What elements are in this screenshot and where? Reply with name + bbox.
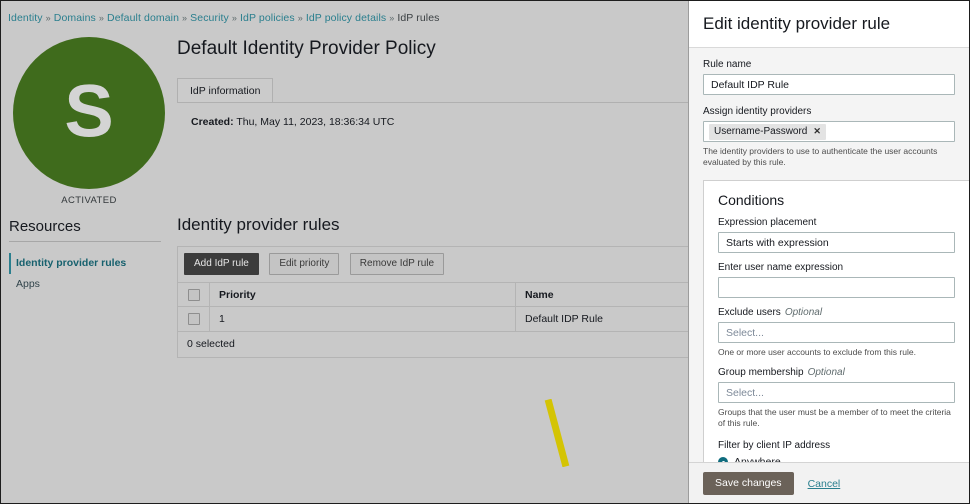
yellow-annotation-stroke <box>544 399 570 467</box>
remove-idp-rule-button[interactable]: Remove IdP rule <box>349 253 445 275</box>
exclude-users-optional-tag: Optional <box>784 307 823 318</box>
group-membership-label: Group membership Optional <box>718 367 955 378</box>
rule-name-field-group: Rule name Default IDP Rule <box>689 59 969 95</box>
username-expression-group: Enter user name expression <box>704 262 969 298</box>
breadcrumb-item-idp-policy-details[interactable]: IdP policy details <box>306 12 386 24</box>
section-title: Identity provider rules <box>177 215 340 234</box>
sidebar-title: Resources <box>9 218 81 235</box>
panel-footer: Save changes Cancel <box>689 462 969 503</box>
conditions-section: Conditions Expression placement Starts w… <box>703 180 969 462</box>
expression-placement-select[interactable]: Starts with expression <box>718 232 955 253</box>
tab-strip: IdP information <box>177 78 692 102</box>
table-row[interactable]: 1 Default IDP Rule <box>178 306 697 331</box>
token-label: Username-Password <box>714 125 808 137</box>
exclude-users-group: Exclude users Optional Select... One or m… <box>704 307 969 358</box>
breadcrumb-item-idp-policies[interactable]: IdP policies <box>240 12 295 24</box>
sidebar-list: Identity provider rules Apps <box>9 253 169 295</box>
breadcrumb-separator: » <box>45 13 51 23</box>
conditions-title: Conditions <box>718 192 785 208</box>
page-title: Default Identity Provider Policy <box>177 38 436 59</box>
cell-priority: 1 <box>210 307 516 331</box>
save-changes-button[interactable]: Save changes <box>703 472 794 495</box>
radio-icon-anywhere[interactable] <box>718 457 728 462</box>
breadcrumb-separator: » <box>98 13 105 23</box>
exclude-users-help: One or more user accounts to exclude fro… <box>718 347 916 357</box>
breadcrumb-separator: » <box>297 13 303 23</box>
table-toolbar: Add IdP rule Edit priority Remove IdP ru… <box>178 247 697 282</box>
table-selection-count: 0 selected <box>178 331 697 357</box>
row-select-cell[interactable] <box>178 307 210 331</box>
exclude-users-label-text: Exclude users <box>718 307 781 318</box>
rule-name-label: Rule name <box>703 59 752 70</box>
expression-placement-label: Expression placement <box>718 217 817 228</box>
identity-provider-rules-table: Add IdP rule Edit priority Remove IdP ru… <box>177 246 697 358</box>
username-expression-input[interactable] <box>718 277 955 298</box>
avatar-initial: S <box>64 69 114 153</box>
screenshot-root: Identity» Domains» Default domain» Security… <box>0 0 970 504</box>
panel-header: Edit identity provider rule <box>689 1 969 48</box>
tab-idp-information[interactable]: IdP information <box>177 78 274 102</box>
breadcrumb-item-domains[interactable]: Domains <box>54 12 96 24</box>
avatar-block: S ACTIVATED <box>9 37 169 206</box>
breadcrumb-separator: » <box>389 13 395 23</box>
status-badge: ACTIVATED <box>61 195 117 206</box>
row-checkbox[interactable] <box>187 313 200 325</box>
group-membership-select[interactable]: Select... <box>718 382 955 403</box>
sidebar-item-apps[interactable]: Apps <box>9 274 169 295</box>
token-username-password[interactable]: Username-Password ✕ <box>709 123 826 140</box>
breadcrumb-separator: » <box>231 13 237 23</box>
assign-identity-providers-label: Assign identity providers <box>703 106 812 117</box>
breadcrumb-item-security[interactable]: Security <box>190 12 229 24</box>
sidebar-divider <box>9 241 161 242</box>
table-header-row: Priority Name <box>178 282 697 306</box>
close-icon[interactable]: ✕ <box>813 126 821 137</box>
sidebar-item-label: Identity provider rules <box>16 257 127 269</box>
breadcrumb-item-idp-rules: IdP rules <box>397 12 440 24</box>
panel-title: Edit identity provider rule <box>703 14 891 33</box>
exclude-users-select[interactable]: Select... <box>718 322 955 343</box>
select-all-checkbox[interactable] <box>187 288 200 301</box>
avatar: S <box>13 37 165 189</box>
username-expression-label: Enter user name expression <box>718 262 844 273</box>
sidebar-item-identity-provider-rules[interactable]: Identity provider rules <box>9 253 169 274</box>
edit-identity-provider-rule-panel: Edit identity provider rule Rule name De… <box>688 1 969 503</box>
breadcrumb: Identity» Domains» Default domain» Security… <box>8 12 440 24</box>
select-all-cell[interactable] <box>178 283 210 306</box>
group-membership-optional-tag: Optional <box>807 367 845 378</box>
created-value: Thu, May 11, 2023, 18:36:34 UTC <box>236 116 395 128</box>
add-idp-rule-button[interactable]: Add IdP rule <box>184 253 259 275</box>
group-membership-label-text: Group membership <box>718 367 804 378</box>
breadcrumb-item-default-domain[interactable]: Default domain <box>107 12 179 24</box>
breadcrumb-item-identity[interactable]: Identity <box>8 12 43 24</box>
cell-name: Default IDP Rule <box>525 313 604 325</box>
created-label: Created: <box>191 116 234 128</box>
ip-filter-label: Filter by client IP address <box>718 440 831 451</box>
group-membership-group: Group membership Optional Select... Group… <box>704 367 969 429</box>
group-membership-help: Groups that the user must be a member of… <box>718 407 951 428</box>
assign-identity-providers-help: The identity providers to use to authent… <box>703 146 938 167</box>
idp-information-card: IdP information Created: Thu, May 11, 20… <box>177 78 692 146</box>
ip-filter-group: Filter by client IP address Anywhere Res… <box>704 440 969 462</box>
breadcrumb-separator: » <box>182 13 188 23</box>
assign-identity-providers-input[interactable]: Username-Password ✕ <box>703 121 955 142</box>
panel-body: Rule name Default IDP Rule Assign identi… <box>689 48 969 462</box>
expression-placement-group: Expression placement Starts with express… <box>704 217 969 253</box>
column-header-priority[interactable]: Priority <box>210 283 516 306</box>
rule-name-input[interactable]: Default IDP Rule <box>703 74 955 95</box>
column-header-name[interactable]: Name <box>516 283 697 306</box>
sidebar-item-label: Apps <box>16 278 40 290</box>
exclude-users-label: Exclude users Optional <box>718 307 955 318</box>
edit-priority-button[interactable]: Edit priority <box>269 253 340 275</box>
cancel-link[interactable]: Cancel <box>808 478 841 490</box>
tab-panel-idp-information: Created: Thu, May 11, 2023, 18:36:34 UTC <box>177 102 692 146</box>
assign-identity-providers-group: Assign identity providers Username-Passw… <box>689 106 969 168</box>
